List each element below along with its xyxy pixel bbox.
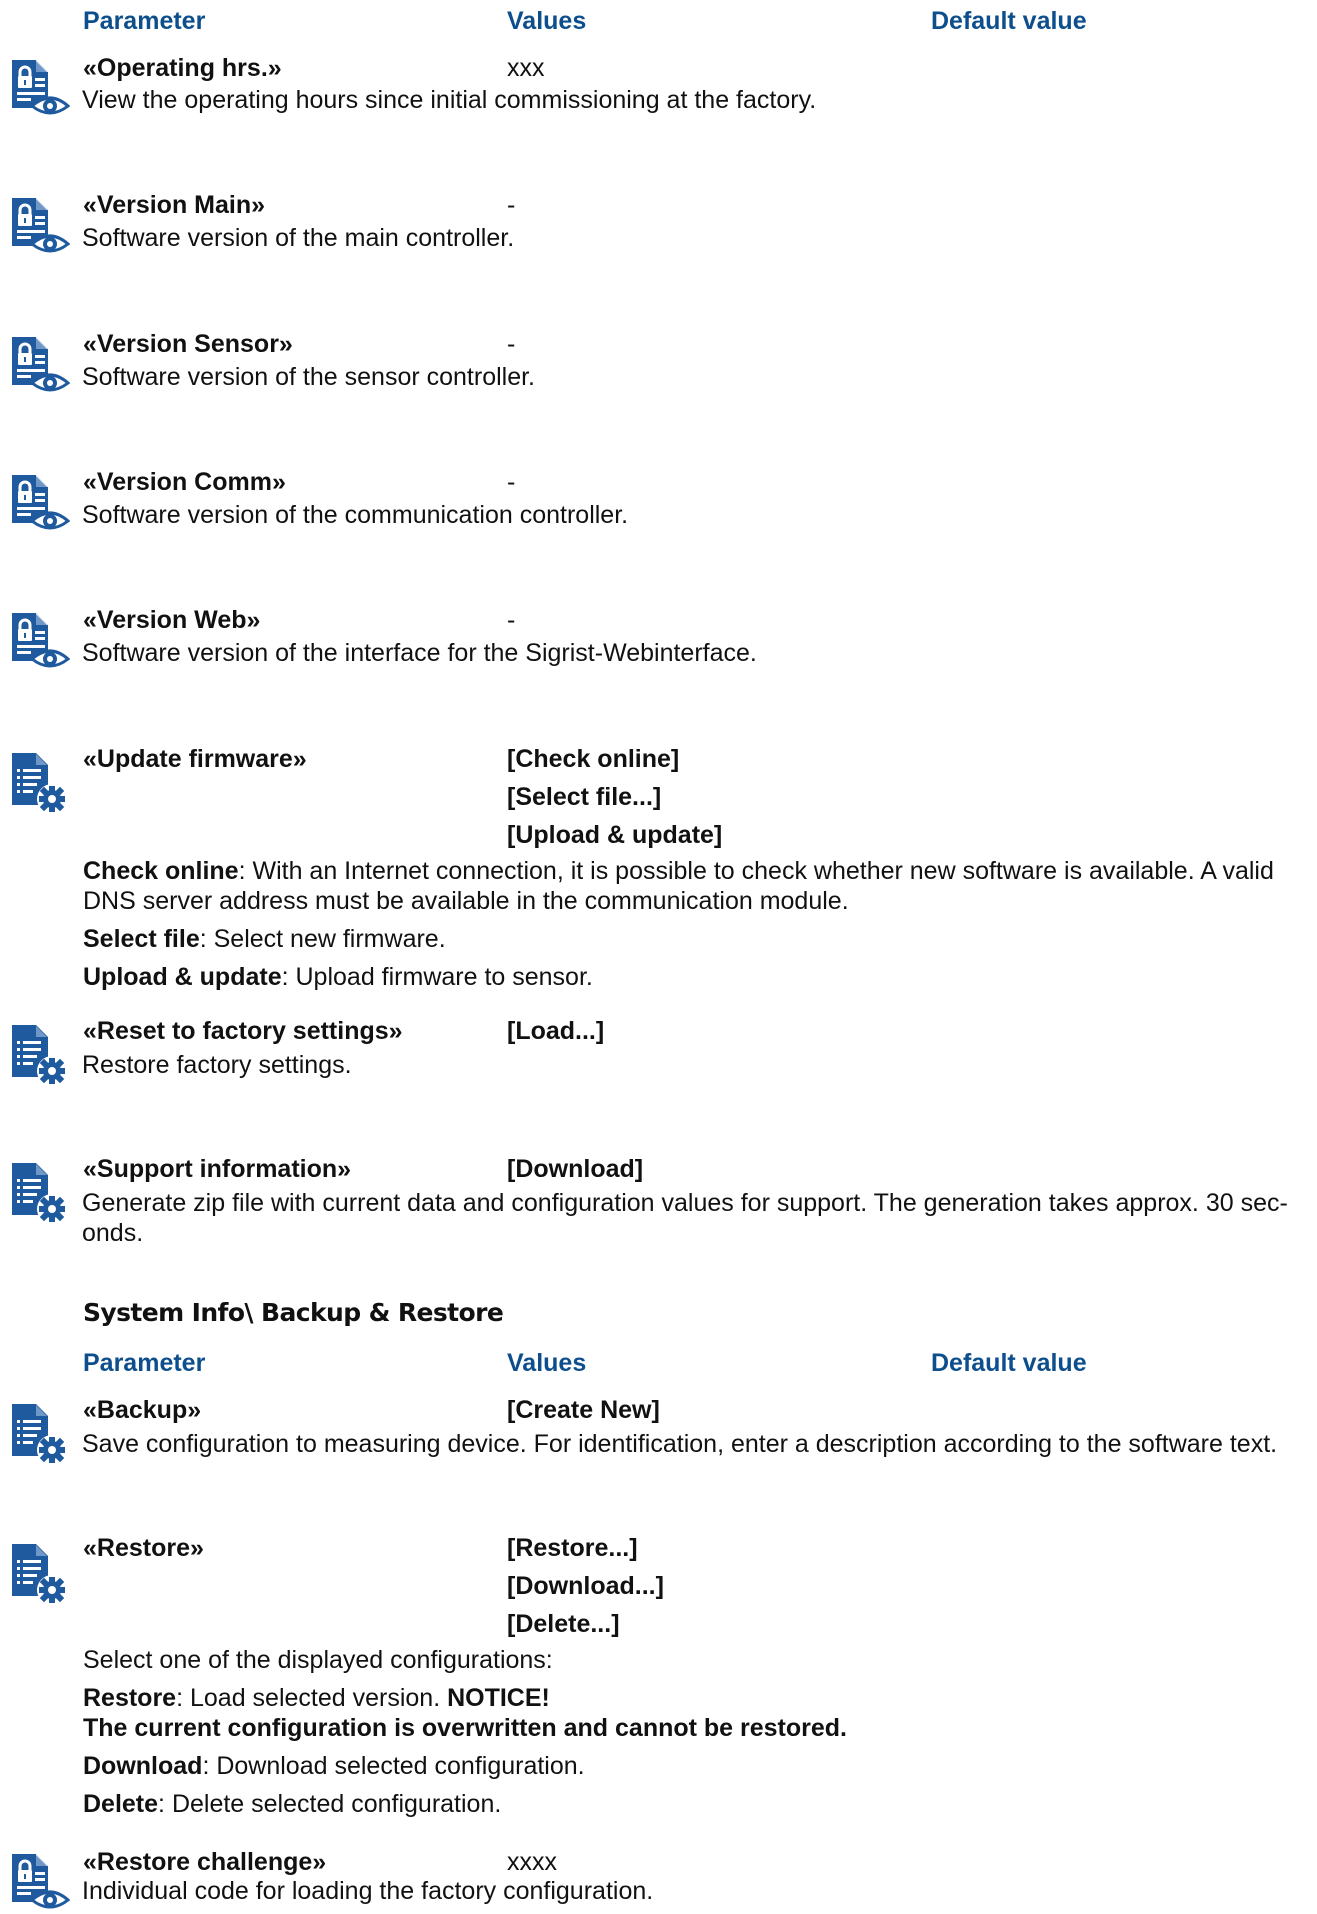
document-lock-eye-icon [10, 335, 70, 392]
header-values-2: Values [507, 1349, 587, 1377]
restore-intro: Select one of the displayed configuratio… [83, 1646, 553, 1674]
desc-reset-factory: Restore factory settings. [82, 1051, 352, 1079]
notice-label: NOTICE! [447, 1684, 550, 1712]
value-operating-hrs: xxx [507, 54, 545, 82]
text-upload-update: : Upload firmware to sensor. [281, 963, 593, 991]
term-upload-update: Upload & update [83, 963, 282, 991]
header-values: Values [507, 7, 587, 35]
desc-version-web: Software version of the interface for th… [82, 639, 757, 667]
value-load: [Load...] [507, 1017, 605, 1045]
value-version-comm: - [507, 468, 516, 496]
term-restore: Restore [83, 1684, 177, 1712]
text-delete: : Delete selected configuration. [158, 1790, 502, 1818]
document-lock-eye-icon [10, 196, 70, 253]
value-create-new: [Create New] [507, 1396, 660, 1424]
param-version-sensor: «Version Sensor» [83, 330, 293, 358]
term-delete: Delete [83, 1790, 159, 1818]
document-gear-icon [12, 1404, 67, 1464]
term-check-online: Check online [83, 857, 239, 885]
param-backup: «Backup» [83, 1396, 202, 1424]
desc-restore-challenge: Individual code for loading the factory … [82, 1877, 654, 1905]
desc-support-line-2: onds. [82, 1219, 144, 1247]
term-select-file: Select file [83, 925, 200, 953]
param-version-comm: «Version Comm» [83, 468, 286, 496]
notice-warning: The current configuration is overwritten… [83, 1714, 848, 1742]
document-lock-eye-icon [10, 58, 70, 115]
desc-version-comm: Software version of the communication co… [82, 501, 629, 529]
document-lock-eye-icon [10, 611, 70, 668]
text-check-online: : With an Internet connection, it is pos… [83, 857, 1274, 915]
value-select-file: [Select file...] [507, 783, 662, 811]
header-parameter: Parameter [83, 7, 206, 35]
text-restore: : Load selected version. [176, 1684, 448, 1712]
param-version-web: «Version Web» [83, 606, 261, 634]
value-version-main: - [507, 191, 516, 219]
document-gear-icon [12, 753, 67, 813]
value-restore-challenge: xxxx [507, 1848, 557, 1876]
document-lock-eye-icon [10, 1852, 70, 1909]
desc-backup: Save configuration to measuring device. … [82, 1430, 1278, 1458]
header-default-value: Default value [931, 7, 1087, 35]
document-lock-eye-icon [10, 473, 70, 530]
value-version-web: - [507, 606, 516, 634]
param-update-firmware: «Update firmware» [83, 745, 307, 773]
desc-operating-hrs: View the operating hours since initial c… [82, 86, 817, 114]
desc-support-line-1: Generate zip file with current data and … [82, 1189, 1288, 1217]
term-download: Download [83, 1752, 203, 1780]
value-download-config: [Download...] [507, 1572, 664, 1600]
desc-update-firmware: Check online: With an Internet connectio… [83, 856, 1303, 1000]
section-title: System Info\ Backup & Restore [83, 1298, 504, 1327]
value-check-online: [Check online] [507, 745, 680, 773]
value-download: [Download] [507, 1155, 644, 1183]
desc-version-sensor: Software version of the sensor controlle… [82, 363, 536, 391]
value-delete: [Delete...] [507, 1610, 620, 1638]
value-upload-update: [Upload & update] [507, 821, 723, 849]
value-version-sensor: - [507, 330, 516, 358]
param-support-information: «Support information» [83, 1155, 352, 1183]
header-default-value-2: Default value [931, 1349, 1087, 1377]
desc-support-information: Generate zip file with current data and … [82, 1188, 1302, 1248]
param-reset-factory: «Reset to factory settings» [83, 1017, 403, 1045]
value-restore: [Restore...] [507, 1534, 638, 1562]
param-restore: «Restore» [83, 1534, 204, 1562]
document-gear-icon [12, 1025, 67, 1085]
document-gear-icon [12, 1163, 67, 1223]
text-download: : Download selected configuration. [202, 1752, 585, 1780]
desc-version-main: Software version of the main controller. [82, 224, 515, 252]
text-select-file: : Select new firmware. [199, 925, 446, 953]
param-operating-hrs: «Operating hrs.» [83, 54, 282, 82]
desc-restore: Select one of the displayed configuratio… [83, 1645, 1303, 1827]
document-gear-icon [12, 1544, 67, 1604]
param-restore-challenge: «Restore challenge» [83, 1848, 327, 1876]
param-version-main: «Version Main» [83, 191, 266, 219]
header-parameter-2: Parameter [83, 1349, 206, 1377]
